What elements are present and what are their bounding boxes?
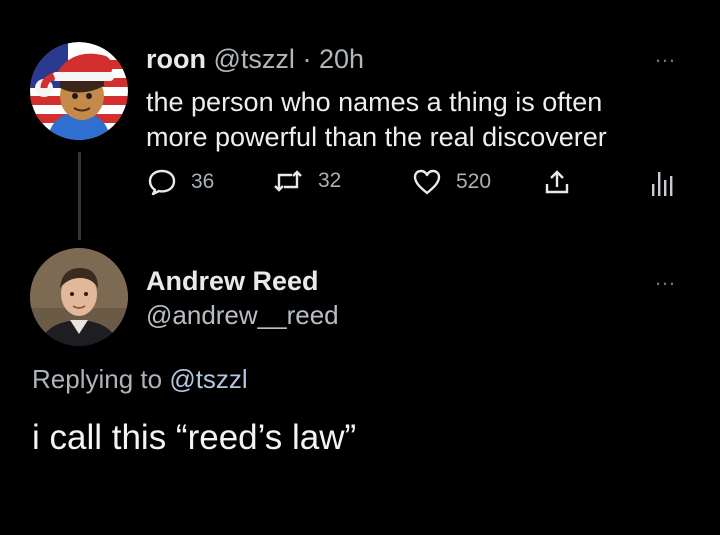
- replying-to: Replying to @tszzl: [32, 364, 248, 395]
- tweet-1-separator: ·: [302, 44, 312, 74]
- cartoon-avatar-icon: [30, 42, 128, 140]
- tweet-1-handle[interactable]: @tszzl: [214, 44, 295, 74]
- analytics-button[interactable]: [650, 168, 674, 198]
- tweet-2-display-name[interactable]: Andrew Reed: [146, 266, 319, 297]
- retweet-arrows-icon: [274, 170, 302, 192]
- more-options-icon[interactable]: …: [654, 267, 677, 289]
- avatar-andrew-reed[interactable]: [30, 248, 128, 346]
- tweet-1-text-line-1: the person who names a thing is often: [146, 87, 603, 117]
- tweet-2-text: i call this “reed’s law”: [32, 418, 357, 457]
- reply-button[interactable]: 36: [147, 168, 214, 196]
- retweet-button[interactable]: 32: [272, 168, 341, 194]
- heart-outline-icon: [413, 169, 441, 195]
- share-button[interactable]: [543, 168, 571, 196]
- share-upload-icon: [545, 170, 569, 194]
- retweet-count: 32: [318, 169, 342, 192]
- tweet-1-text-line-2: more powerful than the real discoverer: [146, 122, 607, 152]
- tweet-1-text: the person who names a thing is often mo…: [146, 85, 666, 155]
- tweet-1-display-name[interactable]: roon: [146, 44, 206, 74]
- like-button[interactable]: 520: [412, 168, 491, 195]
- analytics-bars-icon: [652, 172, 673, 196]
- avatar-roon[interactable]: [30, 42, 128, 140]
- like-count: 520: [456, 169, 492, 193]
- thread-line: [78, 152, 81, 240]
- replying-prefix: Replying to: [32, 364, 163, 394]
- profile-photo-icon: [30, 248, 128, 346]
- tweet-2-handle[interactable]: @andrew__reed: [146, 300, 339, 331]
- more-options-icon[interactable]: …: [654, 44, 677, 66]
- replying-mention-link[interactable]: @tszzl: [169, 364, 247, 394]
- reply-count: 36: [191, 170, 215, 193]
- speech-bubble-icon: [148, 169, 176, 196]
- tweet-1-header: roon @tszzl · 20h: [146, 44, 364, 75]
- tweet-1-time[interactable]: 20h: [319, 44, 364, 74]
